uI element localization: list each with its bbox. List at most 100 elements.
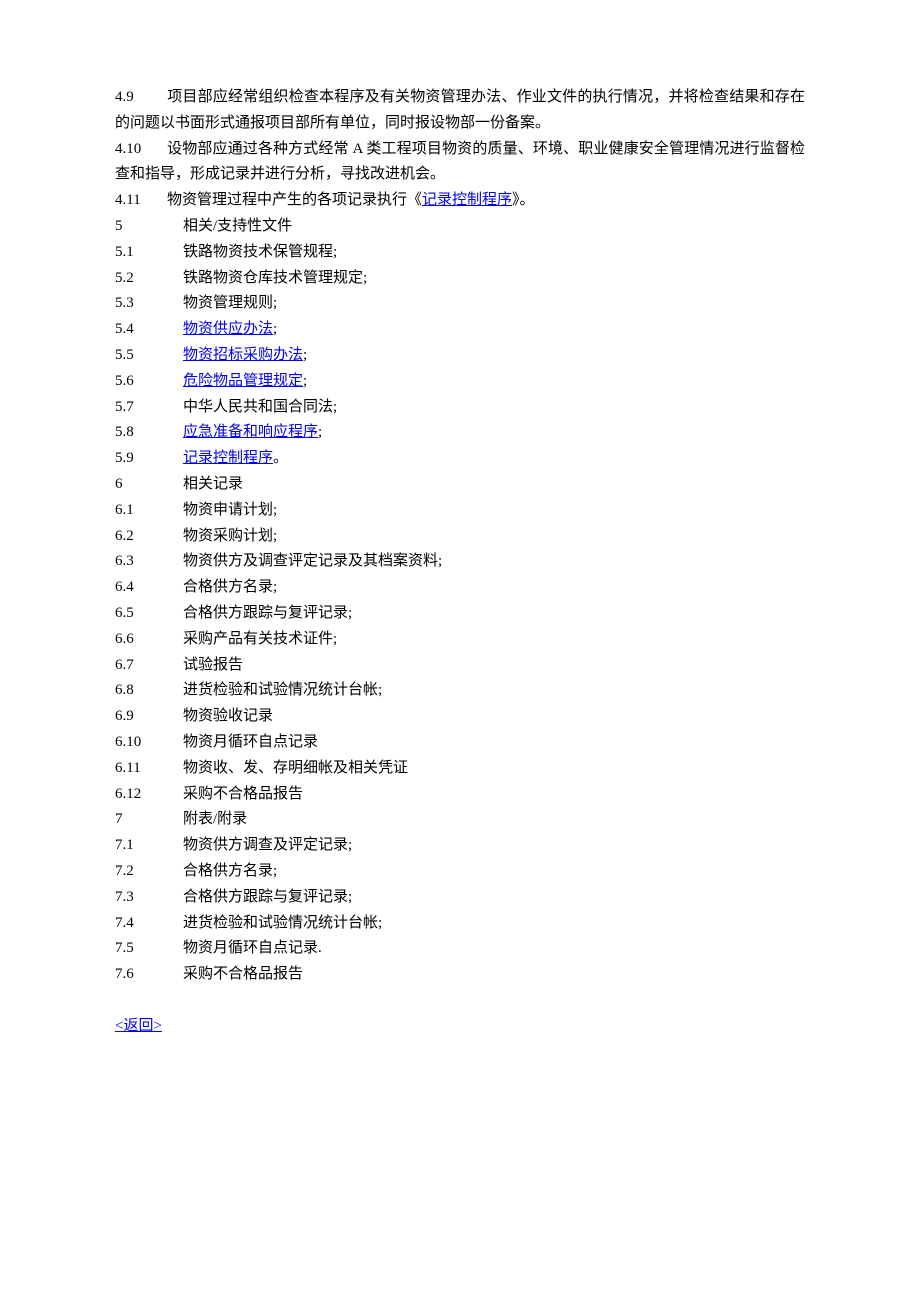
item-text: 采购不合格品报告 (183, 966, 303, 982)
item-number: 7.4 (115, 911, 183, 937)
item-suffix: ; (303, 347, 307, 363)
list-item: 5.7中华人民共和国合同法; (115, 395, 805, 421)
item-number: 6.1 (115, 498, 183, 524)
section-7-heading: 7附表/附录 (115, 807, 805, 833)
list-item: 6.1物资申请计划; (115, 498, 805, 524)
body-text: 》。 (512, 192, 535, 208)
paragraph-4-10: 4.10设物部应通过各种方式经常 A 类工程项目物资的质量、环境、职业健康安全管… (115, 137, 805, 189)
section-number: 5 (115, 214, 183, 240)
list-item: 5.2铁路物资仓库技术管理规定; (115, 266, 805, 292)
list-item: 6.12采购不合格品报告 (115, 782, 805, 808)
list-item: 6.11物资收、发、存明细帐及相关凭证 (115, 756, 805, 782)
list-item: 7.5物资月循环自点记录. (115, 936, 805, 962)
list-item: 5.3物资管理规则; (115, 291, 805, 317)
item-text: 物资供方调查及评定记录; (183, 837, 352, 853)
item-text: 物资管理规则; (183, 295, 277, 311)
list-item: 5.1铁路物资技术保管规程; (115, 240, 805, 266)
item-suffix: ; (318, 424, 322, 440)
list-item: 7.4进货检验和试验情况统计台帐; (115, 911, 805, 937)
section-number: 7 (115, 807, 183, 833)
item-text: 物资申请计划; (183, 502, 277, 518)
body-text: 项目部应经常组织检查本程序及有关物资管理办法、作业文件的执行情况，并将检查结果和… (115, 89, 805, 131)
item-number: 7.2 (115, 859, 183, 885)
item-number: 5.1 (115, 240, 183, 266)
list-item: 6.8进货检验和试验情况统计台帐; (115, 678, 805, 704)
item-suffix: ; (273, 321, 277, 337)
item-number: 5.5 (115, 343, 183, 369)
body-text: 物资管理过程中产生的各项记录执行《 (167, 192, 422, 208)
item-number: 6.2 (115, 524, 183, 550)
list-item: 6.5合格供方跟踪与复评记录; (115, 601, 805, 627)
body-text: 设物部应通过各种方式经常 A 类工程项目物资的质量、环境、职业健康安全管理情况进… (115, 141, 805, 183)
item-text: 进货检验和试验情况统计台帐; (183, 915, 382, 931)
item-text: 铁路物资技术保管规程; (183, 244, 337, 260)
item-number: 6.12 (115, 782, 183, 808)
item-number: 5.7 (115, 395, 183, 421)
item-number: 4.9 (115, 85, 167, 111)
list-item: 6.2物资采购计划; (115, 524, 805, 550)
item-text: 物资采购计划; (183, 528, 277, 544)
item-text: 合格供方名录; (183, 579, 277, 595)
item-number: 5.9 (115, 446, 183, 472)
item-text: 物资供方及调查评定记录及其档案资料; (183, 553, 442, 569)
item-text: 物资月循环自点记录 (183, 734, 318, 750)
item-number: 6.7 (115, 653, 183, 679)
item-text: 物资验收记录 (183, 708, 273, 724)
section-number: 6 (115, 472, 183, 498)
item-number: 5.6 (115, 369, 183, 395)
link-material-bidding-method[interactable]: 物资招标采购办法 (183, 347, 303, 363)
list-item: 5.6危险物品管理规定; (115, 369, 805, 395)
list-item: 5.5物资招标采购办法; (115, 343, 805, 369)
list-item: 7.6采购不合格品报告 (115, 962, 805, 988)
item-number: 7.3 (115, 885, 183, 911)
link-record-control-procedure[interactable]: 记录控制程序 (183, 450, 273, 466)
item-text: 采购产品有关技术证件; (183, 631, 337, 647)
list-item: 6.4合格供方名录; (115, 575, 805, 601)
item-text: 合格供方跟踪与复评记录; (183, 889, 352, 905)
item-number: 5.2 (115, 266, 183, 292)
list-item: 6.9物资验收记录 (115, 704, 805, 730)
item-number: 5.3 (115, 291, 183, 317)
link-emergency-response-procedure[interactable]: 应急准备和响应程序 (183, 424, 318, 440)
item-number: 6.6 (115, 627, 183, 653)
list-item: 6.10物资月循环自点记录 (115, 730, 805, 756)
section-title: 相关/支持性文件 (183, 218, 292, 234)
list-item: 7.3合格供方跟踪与复评记录; (115, 885, 805, 911)
item-number: 4.11 (115, 188, 167, 214)
item-text: 铁路物资仓库技术管理规定; (183, 270, 367, 286)
item-text: 进货检验和试验情况统计台帐; (183, 682, 382, 698)
list-item: 6.7试验报告 (115, 653, 805, 679)
item-number: 6.9 (115, 704, 183, 730)
list-item: 7.2合格供方名录; (115, 859, 805, 885)
item-number: 7.6 (115, 962, 183, 988)
item-suffix: ; (303, 373, 307, 389)
section-title: 相关记录 (183, 476, 243, 492)
section-5-heading: 5相关/支持性文件 (115, 214, 805, 240)
item-number: 6.11 (115, 756, 183, 782)
section-title: 附表/附录 (183, 811, 247, 827)
item-text: 物资收、发、存明细帐及相关凭证 (183, 760, 408, 776)
list-item: 6.3物资供方及调查评定记录及其档案资料; (115, 549, 805, 575)
list-item: 5.9记录控制程序。 (115, 446, 805, 472)
item-number: 5.8 (115, 420, 183, 446)
list-item: 7.1物资供方调查及评定记录; (115, 833, 805, 859)
link-record-control-procedure[interactable]: 记录控制程序 (422, 192, 512, 208)
item-number: 7.1 (115, 833, 183, 859)
paragraph-4-9: 4.9项目部应经常组织检查本程序及有关物资管理办法、作业文件的执行情况，并将检查… (115, 85, 805, 137)
link-material-supply-method[interactable]: 物资供应办法 (183, 321, 273, 337)
item-number: 7.5 (115, 936, 183, 962)
list-item: 6.6采购产品有关技术证件; (115, 627, 805, 653)
back-link[interactable]: <返回> (115, 1018, 162, 1034)
list-item: 5.8应急准备和响应程序; (115, 420, 805, 446)
item-number: 6.3 (115, 549, 183, 575)
list-item: 5.4物资供应办法; (115, 317, 805, 343)
item-text: 物资月循环自点记录. (183, 940, 322, 956)
item-text: 采购不合格品报告 (183, 786, 303, 802)
item-suffix: 。 (273, 450, 288, 466)
item-number: 6.5 (115, 601, 183, 627)
item-text: 合格供方跟踪与复评记录; (183, 605, 352, 621)
item-number: 6.8 (115, 678, 183, 704)
item-text: 合格供方名录; (183, 863, 277, 879)
link-hazardous-material-regulation[interactable]: 危险物品管理规定 (183, 373, 303, 389)
item-number: 4.10 (115, 137, 167, 163)
